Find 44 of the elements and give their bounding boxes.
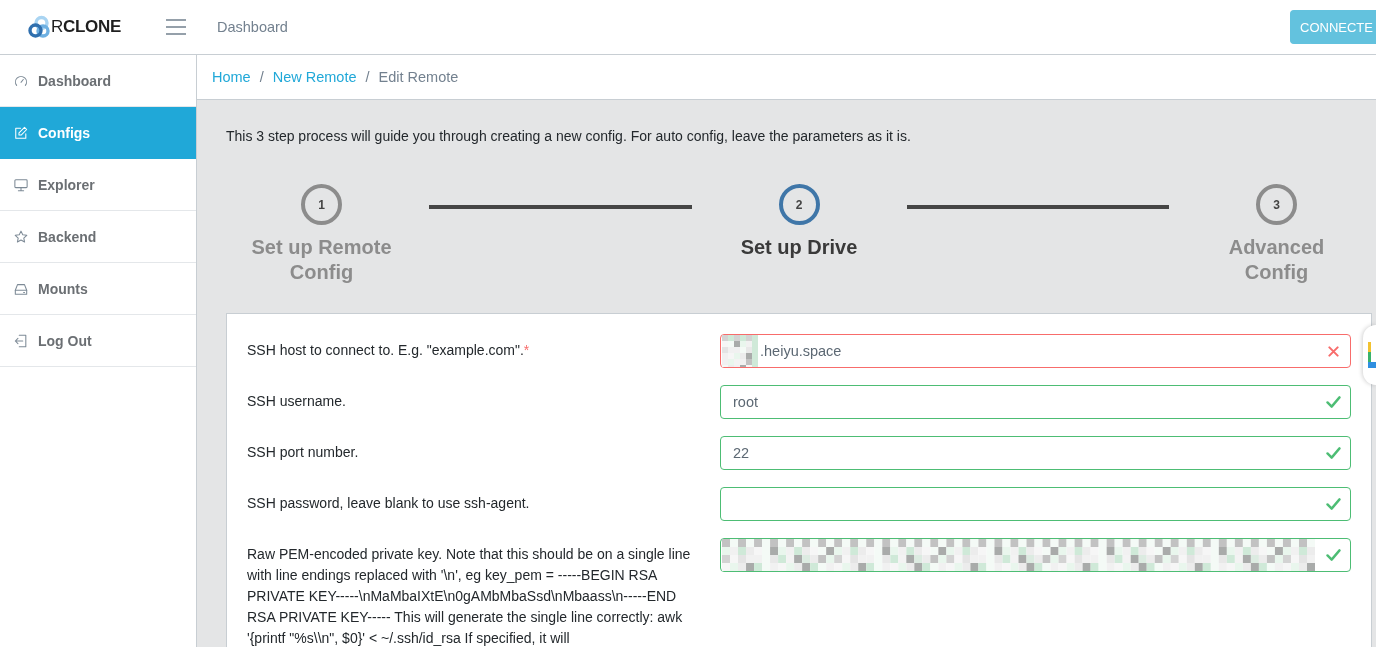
input-field[interactable] xyxy=(720,487,1351,521)
field-label: Raw PEM-encoded private key. Note that this should be on a single line with line endings replaced with '\n', eg key_pem = -----BEGIN RSA PRIVATE KEY-----\nMaMbaIXtE\n0gAMbMbaSsd\nMbaass\n-----END RSA PRIVATE KEY----- This will generate the single line correctly: awk '{printf "%s\\n", $0}' < ~/.ssh/id_rsa If specified, it will xyxy=(247,545,692,647)
gauge-icon xyxy=(14,73,28,88)
check-icon xyxy=(1326,549,1341,561)
check-icon xyxy=(1326,447,1341,459)
breadcrumb-separator: / xyxy=(365,69,370,85)
step-circle: 1 xyxy=(301,184,342,225)
intro-text: This 3 step process will guide you through creating a new config. For auto config, leave the parameters as it is. xyxy=(226,127,912,146)
breadcrumb-link[interactable]: Home xyxy=(212,69,251,85)
step-circle: 3 xyxy=(1256,184,1297,225)
input-field[interactable]: 22 xyxy=(720,436,1351,470)
drive-icon xyxy=(14,281,28,296)
step-circle: 2 xyxy=(778,184,820,225)
breadcrumb-link[interactable]: New Remote xyxy=(272,69,357,85)
redacted-mosaic xyxy=(722,335,758,367)
sidebar-item[interactable]: Backend xyxy=(0,211,196,263)
field-label: SSH username. xyxy=(247,392,347,411)
step-title: Set up Remote Config xyxy=(250,235,393,285)
breadcrumb-separator: / xyxy=(259,69,264,85)
input-field[interactable]: .heiyu.space xyxy=(720,334,1351,368)
sidebar-item[interactable]: Log Out xyxy=(0,315,196,367)
floating-widget-button[interactable] xyxy=(1363,325,1376,385)
logo-icon xyxy=(28,15,50,39)
menu-icon[interactable] xyxy=(166,19,186,35)
cross-icon xyxy=(1328,345,1339,357)
breadcrumb-current: Edit Remote xyxy=(378,69,459,85)
step-title: Advanced Config xyxy=(1227,235,1326,285)
field-label: SSH password, leave blank to use ssh-agent. xyxy=(247,494,531,513)
sidebar-item[interactable]: Explorer xyxy=(0,159,196,211)
field-label: SSH port number. xyxy=(247,443,360,462)
logo-text: RCLONE xyxy=(51,17,121,37)
star-icon xyxy=(14,229,28,244)
widget-logo-icon xyxy=(1368,342,1376,368)
logout-icon xyxy=(14,333,28,348)
check-icon xyxy=(1326,498,1341,510)
step-title: Set up Drive xyxy=(740,235,858,260)
field-label: SSH host to connect to. E.g. "example.com".* xyxy=(247,341,531,360)
monitor-icon xyxy=(14,177,28,192)
sidebar-item[interactable]: Configs xyxy=(0,107,196,159)
check-icon xyxy=(1326,396,1341,408)
header-title: Dashboard xyxy=(217,19,288,35)
input-field[interactable]: root xyxy=(720,385,1351,419)
sidebar-item[interactable]: Mounts xyxy=(0,263,196,315)
edit-icon xyxy=(14,125,28,140)
